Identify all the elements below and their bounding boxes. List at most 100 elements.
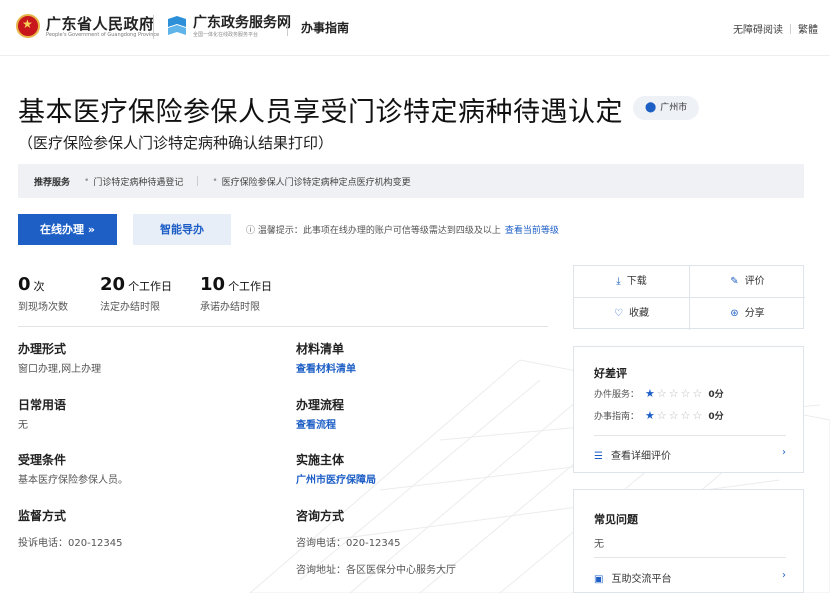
collect-label: 收藏 <box>628 308 649 319</box>
location-badge[interactable]: ⬤ 广州市 <box>633 96 700 120</box>
chevron-right-icon: › <box>782 447 786 458</box>
download-button[interactable]: ⤓ 下载 <box>574 266 689 297</box>
view-level-link[interactable]: 查看当前等级 <box>505 226 559 236</box>
section-title: 办事指南 <box>301 21 350 35</box>
stat-value: 20 <box>100 274 126 295</box>
consult-address: 咨询地址：各区医保分中心服务大厅 <box>296 565 456 576</box>
stat-visits: 0次 到现场次数 <box>18 274 68 313</box>
stat-legal-limit: 20 个工作日 法定办结时限 <box>100 274 172 313</box>
top-right-links: 无障碍阅读 繁體 <box>733 21 818 36</box>
gov-emblem-icon <box>16 14 40 38</box>
field-key: 监督方式 <box>18 509 67 523</box>
field-key: 实施主体 <box>296 453 345 467</box>
faq-value: 无 <box>594 539 604 550</box>
materials-link[interactable]: 查看材料清单 <box>296 360 356 375</box>
detail-rating-label: 查看详细评价 <box>610 451 671 462</box>
rating-panel: 好差评 办件服务： ★☆☆☆☆ 0分 办事指南： ★☆☆☆☆ 0分 ☰ 查看详细评价 › <box>573 346 804 473</box>
field-value: 窗口办理,网上办理 <box>18 364 102 375</box>
divider <box>594 557 786 558</box>
service-logo-icon <box>168 16 186 35</box>
field-value: 投诉电话：020-12345 <box>18 538 123 549</box>
share-button[interactable]: ⊛ 分享 <box>690 298 805 329</box>
recommend-item[interactable]: 医疗保险参保人门诊特定病种定点医疗机构变更 <box>222 175 411 188</box>
field-materials: 材料清单 查看材料清单 <box>296 340 356 375</box>
stat-value: 0 <box>18 274 31 295</box>
field-value: 基本医疗保险参保人员。 <box>18 475 128 486</box>
field-consult: 咨询方式 咨询电话：020-12345 咨询地址：各区医保分中心服务大厅 <box>296 507 456 576</box>
faq-title: 常见问题 <box>594 513 638 526</box>
share-label: 分享 <box>744 308 765 319</box>
rating-score: 0分 <box>708 390 724 400</box>
stat-unit: 个工作日 <box>228 280 273 293</box>
chevron-right-icon: › <box>782 570 786 581</box>
recommend-label: 推荐服务 <box>34 177 71 188</box>
gov-name-en: People's Government of Guangdong Provinc… <box>46 32 160 38</box>
service-rating: 办件服务： ★☆☆☆☆ 0分 <box>594 387 724 400</box>
divider <box>18 326 548 327</box>
share-icon: ⊛ <box>730 308 739 319</box>
action-panel: ⤓ 下载 ✎ 评价 ♡ 收藏 ⊛ 分享 <box>573 265 805 330</box>
accessibility-link[interactable]: 无障碍阅读 <box>733 21 783 36</box>
divider <box>197 176 199 186</box>
detail-rating-link[interactable]: ☰ 查看详细评价 › <box>594 447 786 462</box>
stat-label: 承诺办结时限 <box>200 302 260 313</box>
stat-value: 10 <box>200 274 226 295</box>
field-key: 日常用语 <box>18 398 67 412</box>
stat-unit: 次 <box>33 280 45 293</box>
guide-rating: 办事指南： ★☆☆☆☆ 0分 <box>594 409 724 422</box>
field-key: 咨询方式 <box>296 509 345 523</box>
gov-name[interactable]: 广东省人民政府 <box>46 13 155 34</box>
divider <box>790 23 791 34</box>
top-header: 广东省人民政府 People's Government of Guangdong… <box>0 0 830 56</box>
chat-icon: ▣ <box>594 574 604 585</box>
rating-score: 0分 <box>708 412 724 422</box>
download-icon: ⤓ <box>616 276 621 287</box>
divider <box>287 18 288 36</box>
star-rating: ★☆☆☆☆ <box>645 387 704 400</box>
forum-label: 互助交流平台 <box>611 574 672 585</box>
rating-label: 办事指南： <box>594 412 640 422</box>
tip-text: 温馨提示：此事项在线办理的账户可信等级需达到四级及以上 <box>257 226 501 236</box>
field-condition: 受理条件 基本医疗保险参保人员。 <box>18 451 128 486</box>
star-empty-icon: ☆☆☆☆ <box>656 409 705 422</box>
collect-button[interactable]: ♡ 收藏 <box>574 298 689 329</box>
service-name[interactable]: 广东政务服务网 <box>193 12 291 32</box>
field-flow: 办理流程 查看流程 <box>296 396 344 431</box>
download-label: 下载 <box>626 276 647 287</box>
smart-guide-button[interactable]: 智能导办 <box>133 214 231 245</box>
list-icon: ☰ <box>594 451 603 462</box>
stat-label: 到现场次数 <box>18 302 68 313</box>
recommend-bar: 推荐服务 • 门诊特定病种待遇登记 • 医疗保险参保人门诊特定病种定点医疗机构变… <box>18 164 804 198</box>
field-mode: 办理形式 窗口办理,网上办理 <box>18 340 101 375</box>
rate-label: 评价 <box>744 276 765 287</box>
field-key: 材料清单 <box>296 342 345 356</box>
subject-link[interactable]: 广州市医疗保障局 <box>296 471 376 486</box>
heart-icon: ♡ <box>614 308 623 319</box>
map-pin-icon: ⬤ <box>645 102 657 113</box>
bullet-icon: • <box>212 176 218 186</box>
star-filled-icon: ★ <box>645 409 657 422</box>
location-label: 广州市 <box>660 103 688 113</box>
page-subtitle: （医疗保险参保人门诊特定病种确认结果打印） <box>18 134 334 152</box>
star-rating: ★☆☆☆☆ <box>645 409 704 422</box>
rate-button[interactable]: ✎ 评价 <box>690 266 805 297</box>
star-empty-icon: ☆☆☆☆ <box>656 387 705 400</box>
edit-icon: ✎ <box>730 276 739 287</box>
field-supervision: 监督方式 投诉电话：020-12345 <box>18 507 123 549</box>
flow-link[interactable]: 查看流程 <box>296 416 344 431</box>
bullet-icon: • <box>84 176 90 186</box>
faq-panel: 常见问题 无 ▣ 互助交流平台 › <box>573 489 804 593</box>
service-subtitle: 全国一体化在线政务服务平台 <box>193 32 259 38</box>
traditional-chinese-link[interactable]: 繁體 <box>798 21 818 36</box>
main-content: 基本医疗保险参保人员享受门诊特定病种待遇认定 ⬤ 广州市 （医疗保险参保人门诊特定… <box>0 56 830 593</box>
rating-title: 好差评 <box>594 367 627 380</box>
consult-phone: 咨询电话：020-12345 <box>296 538 401 549</box>
forum-link[interactable]: ▣ 互助交流平台 › <box>594 570 786 585</box>
online-apply-button[interactable]: 在线办理 » <box>18 214 117 245</box>
star-filled-icon: ★ <box>645 387 657 400</box>
field-key: 办理形式 <box>18 342 67 356</box>
stat-unit: 个工作日 <box>128 280 173 293</box>
recommend-item[interactable]: 门诊特定病种待遇登记 <box>93 175 183 188</box>
stat-promise-limit: 10 个工作日 承诺办结时限 <box>200 274 272 313</box>
tip-notice: ⓘ 温馨提示：此事项在线办理的账户可信等级需达到四级及以上 查看当前等级 <box>246 223 559 236</box>
